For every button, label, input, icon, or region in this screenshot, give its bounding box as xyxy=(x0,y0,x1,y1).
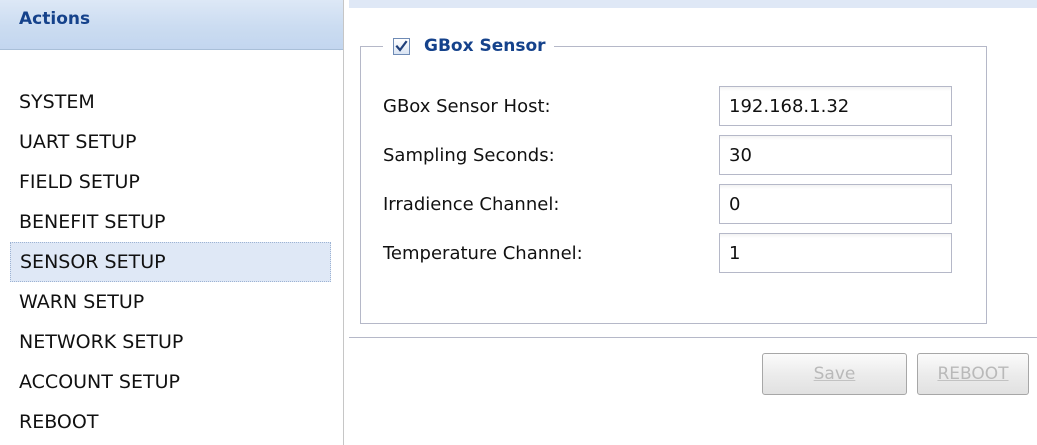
reboot-button[interactable]: REBOOT xyxy=(917,353,1029,395)
field-row-temperature-channel: Temperature Channel: xyxy=(383,233,973,273)
fieldset-title: GBox Sensor xyxy=(424,36,546,56)
sampling-seconds-label: Sampling Seconds: xyxy=(383,145,555,166)
save-button[interactable]: Save xyxy=(762,353,907,395)
sidebar-list: SYSTEM UART SETUP FIELD SETUP BENEFIT SE… xyxy=(10,82,331,442)
sidebar-item-account-setup[interactable]: ACCOUNT SETUP xyxy=(10,362,331,402)
field-row-sensor-host: GBox Sensor Host: xyxy=(383,86,973,126)
main-panel: GBox Sensor GBox Sensor Host: Sampling S… xyxy=(349,0,1037,445)
irradience-channel-label: Irradience Channel: xyxy=(383,194,560,215)
sidebar-item-benefit-setup[interactable]: BENEFIT SETUP xyxy=(10,202,331,242)
field-row-sampling-seconds: Sampling Seconds: xyxy=(383,135,973,175)
temperature-channel-label: Temperature Channel: xyxy=(383,243,583,264)
fieldset-legend: GBox Sensor xyxy=(383,33,554,59)
sampling-seconds-input[interactable] xyxy=(719,135,952,175)
app-root: Actions SYSTEM UART SETUP FIELD SETUP BE… xyxy=(0,0,1037,445)
sidebar-item-network-setup[interactable]: NETWORK SETUP xyxy=(10,322,331,362)
sidebar-item-sensor-setup[interactable]: SENSOR SETUP xyxy=(10,242,331,282)
sidebar-title: Actions xyxy=(19,9,91,29)
sensor-form-panel: GBox Sensor GBox Sensor Host: Sampling S… xyxy=(349,8,1037,338)
gbox-sensor-checkbox[interactable] xyxy=(393,37,410,55)
checkmark-icon xyxy=(395,39,408,52)
sidebar-item-field-setup[interactable]: FIELD SETUP xyxy=(10,162,331,202)
main-topbar xyxy=(349,0,1037,8)
irradience-channel-input[interactable] xyxy=(719,184,952,224)
reboot-button-label: REBOOT xyxy=(937,364,1009,384)
sensor-host-label: GBox Sensor Host: xyxy=(383,96,551,117)
sidebar-item-system[interactable]: SYSTEM xyxy=(10,82,331,122)
actions-sidebar: Actions SYSTEM UART SETUP FIELD SETUP BE… xyxy=(0,0,344,445)
field-row-irradience-channel: Irradience Channel: xyxy=(383,184,973,224)
sensor-host-input[interactable] xyxy=(719,86,952,126)
gbox-sensor-fieldset: GBox Sensor GBox Sensor Host: Sampling S… xyxy=(360,33,987,324)
temperature-channel-input[interactable] xyxy=(719,233,952,273)
sidebar-header: Actions xyxy=(0,0,343,50)
save-button-label: Save xyxy=(813,364,856,384)
sidebar-item-warn-setup[interactable]: WARN SETUP xyxy=(10,282,331,322)
sidebar-item-uart-setup[interactable]: UART SETUP xyxy=(10,122,331,162)
sidebar-item-reboot[interactable]: REBOOT xyxy=(10,402,331,442)
